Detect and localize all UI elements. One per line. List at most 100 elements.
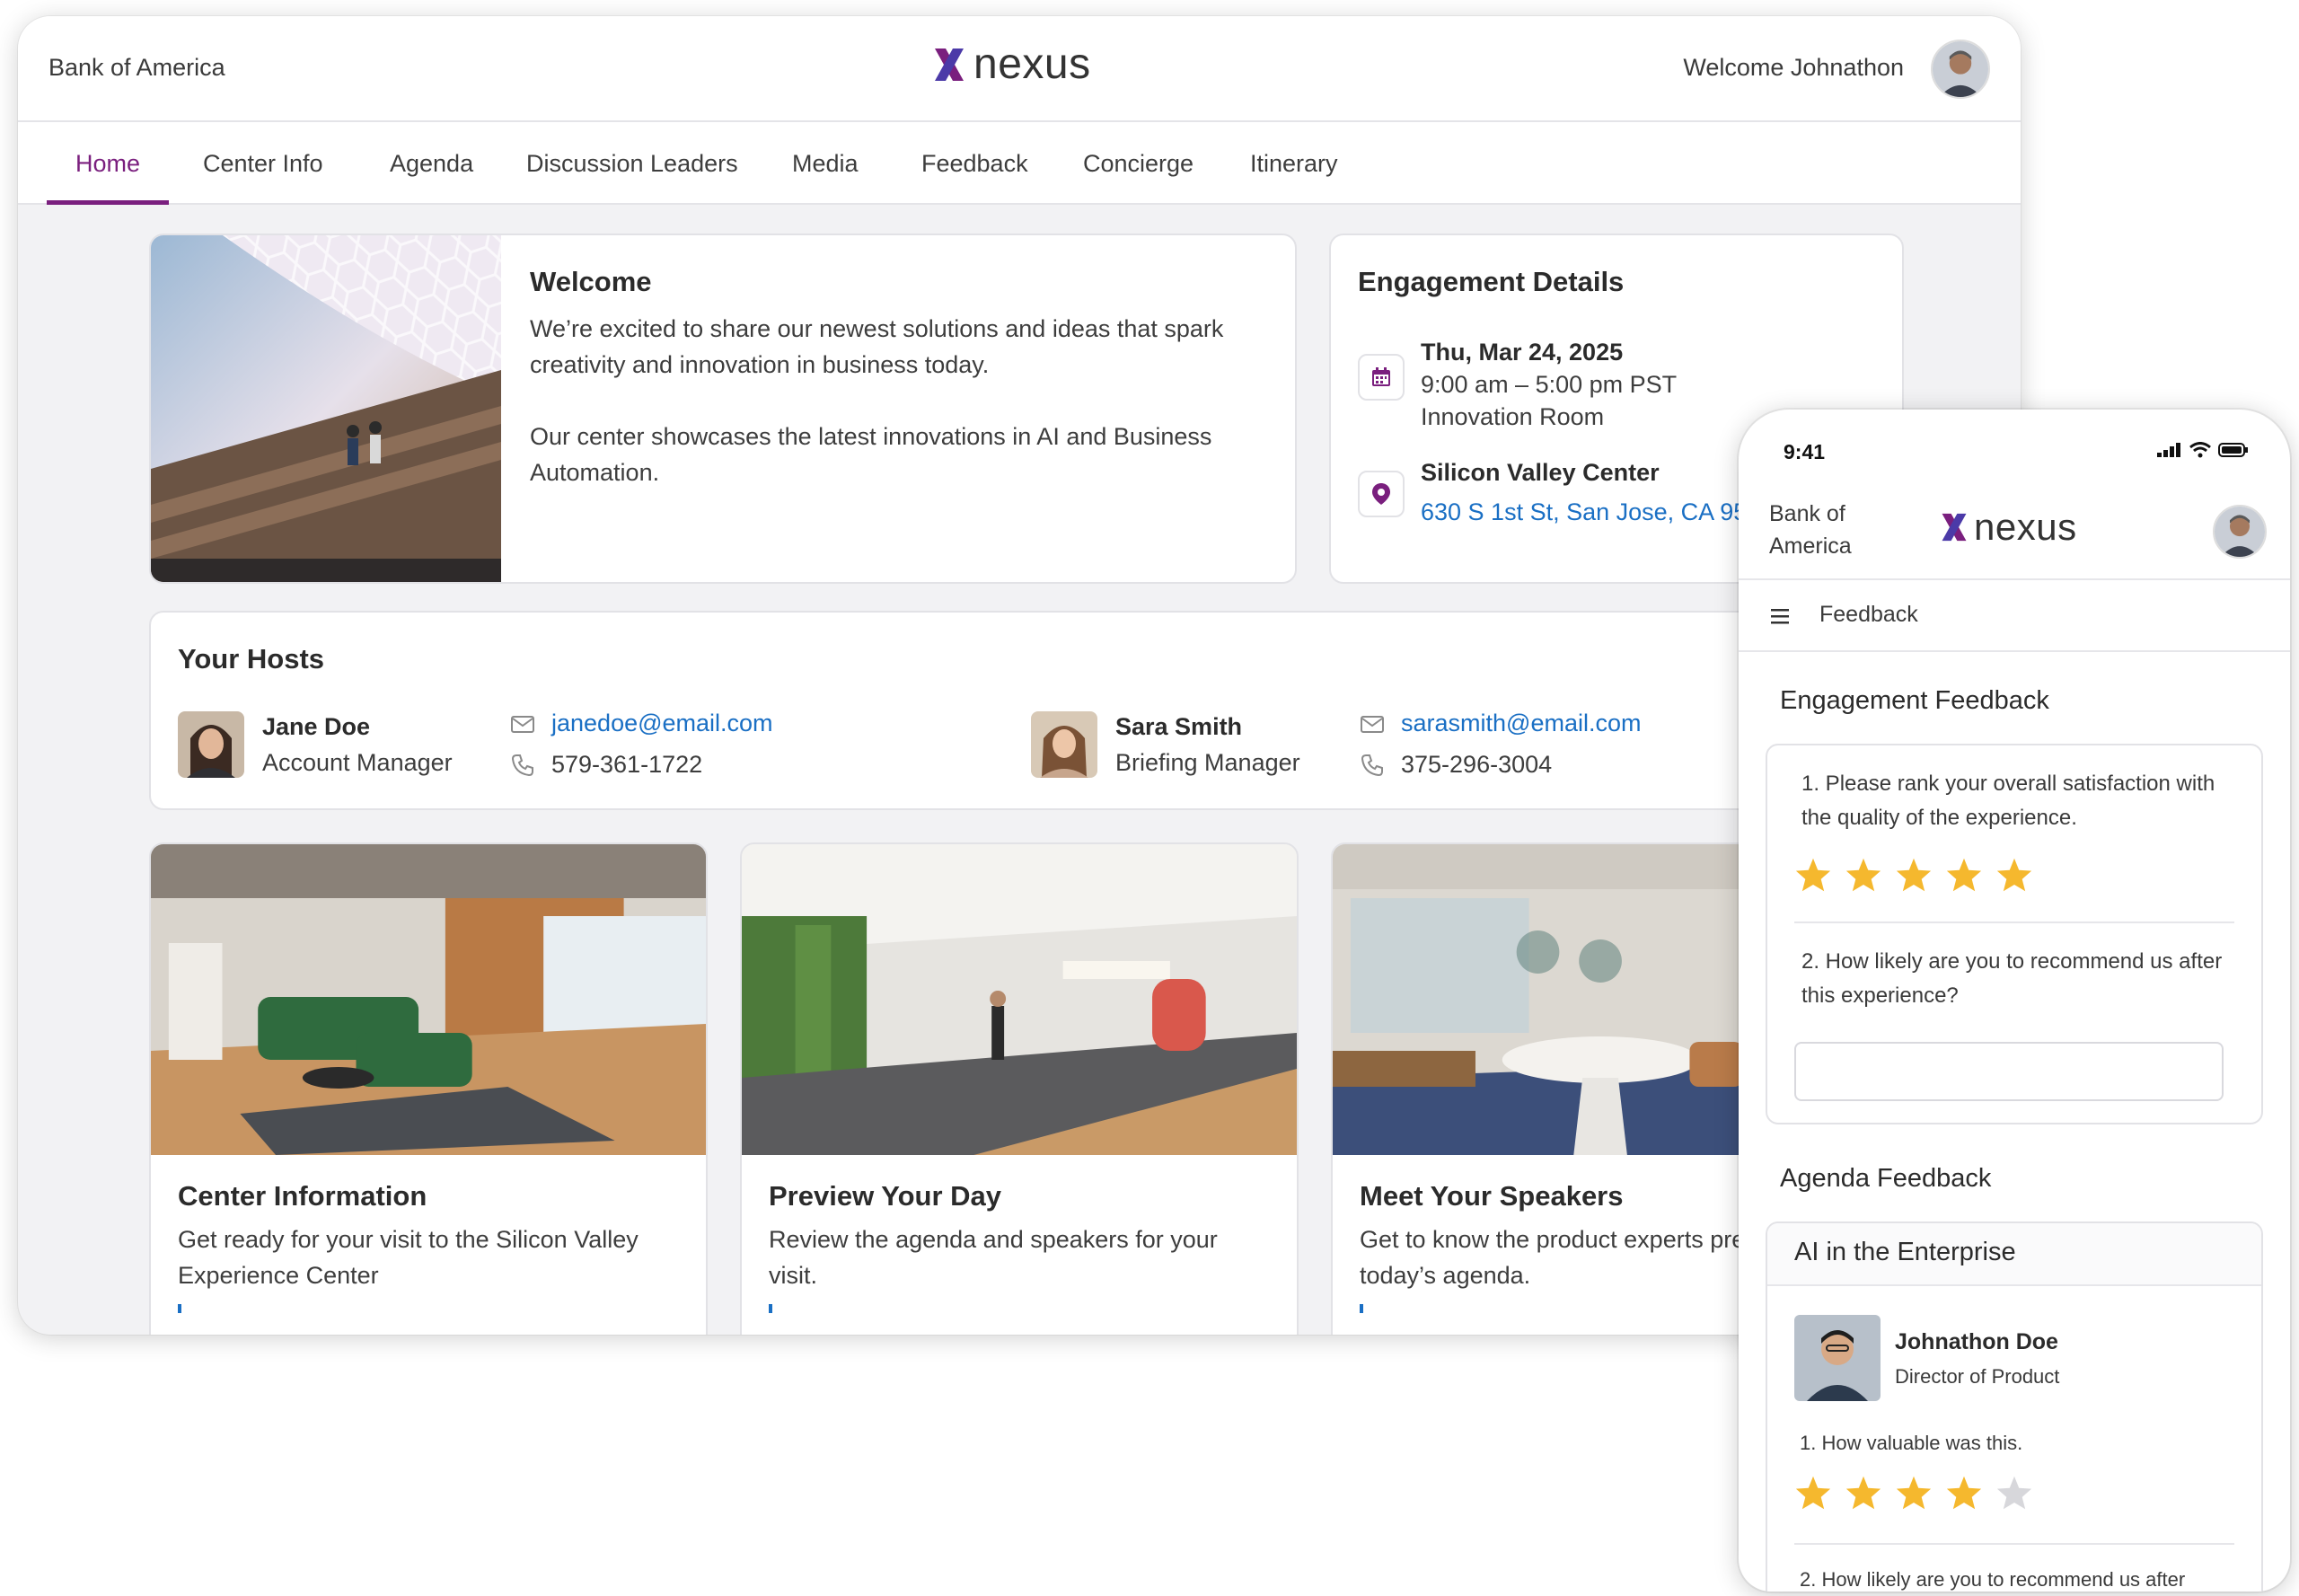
engagement-title: Engagement Details [1358,266,1625,297]
star-empty-icon[interactable] [1995,1475,2033,1511]
engagement-time: 9:00 am – 5:00 pm PST [1421,371,1678,398]
session-card-header: AI in the Enterprise [1767,1223,2261,1286]
status-time: 9:41 [1784,440,1826,463]
star-icon[interactable] [1845,857,1882,893]
rating-stars-session[interactable] [1794,1475,2033,1511]
main-nav: Home Center Info Agenda Discussion Leade… [18,122,2021,205]
session-question-1: 1. How valuable was this. [1800,1432,2023,1454]
feature-link-indicator[interactable] [1360,1304,1363,1313]
nexus-x-icon [1942,513,1967,542]
agenda-feedback-heading: Agenda Feedback [1780,1164,1992,1193]
host-email-link[interactable]: sarasmith@email.com [1360,710,1641,737]
mobile-user-avatar[interactable] [2213,505,2267,559]
hosts-card: Your Hosts Jane Doe Account Manager jane… [149,611,1909,810]
feature-card-center-info[interactable]: Center Information Get ready for your vi… [149,842,708,1335]
host-role: Briefing Manager [1115,749,1300,776]
host-name: Sara Smith [1115,713,1243,740]
mobile-nav-label: Feedback [1819,602,1918,627]
user-avatar[interactable] [1931,40,1990,99]
question-1: 1. Please rank your overall satisfaction… [1801,772,2215,830]
hamburger-menu-icon[interactable] [1769,605,1791,627]
feature-title: Preview Your Day [769,1180,1002,1212]
mobile-org-name: Bank of America [1769,501,1852,559]
tab-media[interactable]: Media [792,122,859,205]
feature-desc: Review the agenda and speakers for your … [769,1226,1218,1289]
org-name: Bank of America [48,54,225,81]
welcome-content: Welcome We’re excited to share our newes… [530,266,1266,490]
mail-icon [1361,715,1384,733]
nexus-x-icon [935,48,964,81]
recommend-input[interactable] [1794,1042,2224,1101]
mobile-nav-bar: Feedback [1739,578,2290,652]
tab-home[interactable]: Home [46,122,170,205]
mobile-nexus-logo[interactable]: nexus [1940,508,2077,546]
battery-icon [2218,443,2248,457]
welcome-card: Welcome We’re excited to share our newes… [149,234,1297,584]
location-name: Silicon Valley Center [1421,459,1660,486]
office-image [742,844,1297,1155]
mobile-device: 9:41 Bank of America nexus Feedback Enga… [1739,410,2290,1592]
host-role: Account Manager [262,749,453,776]
host-phone[interactable]: 579-361-1722 [510,751,702,779]
calendar-icon [1372,367,1390,386]
session-question-2: 2. How likely are you to recommend us af… [1800,1568,2186,1591]
host-email: janedoe@email.com [551,710,773,736]
feature-desc: Get ready for your visit to the Silicon … [178,1226,639,1289]
status-icons [2157,442,2249,458]
star-icon[interactable] [1895,1475,1933,1511]
nexus-logo[interactable]: nexus [932,43,1091,86]
star-icon[interactable] [1945,1475,1983,1511]
feature-link-indicator[interactable] [769,1304,772,1313]
feature-title: Center Information [178,1180,427,1212]
engagement-feedback-card: 1. Please rank your overall satisfaction… [1766,744,2263,1124]
engagement-date: Thu, Mar 24, 2025 [1421,339,1624,366]
phone-icon [1361,754,1383,776]
host-phone[interactable]: 375-296-3004 [1360,751,1552,779]
host-photo-sara [1031,711,1097,778]
desktop-window: Bank of America nexus Welcome Johnathon … [18,16,2021,1335]
wifi-icon [2189,442,2211,458]
host-phone-number: 579-361-1722 [551,751,703,778]
tab-discussion-leaders[interactable]: Discussion Leaders [526,122,738,205]
lounge-image [151,844,706,1155]
tab-itinerary[interactable]: Itinerary [1250,122,1338,205]
logo-text: nexus [1974,506,2077,548]
tab-agenda[interactable]: Agenda [390,122,473,205]
engagement-feedback-heading: Engagement Feedback [1780,686,2049,715]
feature-title: Meet Your Speakers [1360,1180,1624,1212]
tab-center-info[interactable]: Center Info [203,122,323,205]
welcome-image [151,235,501,582]
star-icon[interactable] [1995,857,2033,893]
rating-stars-q1[interactable] [1794,857,2033,893]
tab-concierge[interactable]: Concierge [1083,122,1194,205]
host-name: Jane Doe [262,713,371,740]
location-icon-box [1358,471,1405,517]
location-address-link[interactable]: 630 S 1st St, San Jose, CA 9511 [1421,496,1772,528]
star-icon[interactable] [1845,1475,1882,1511]
speaker-photo [1794,1315,1881,1401]
feature-link-indicator[interactable] [178,1304,181,1313]
feature-card-preview-day[interactable]: Preview Your Day Review the agenda and s… [740,842,1299,1335]
host-phone-number: 375-296-3004 [1401,751,1553,778]
calendar-icon-box [1358,354,1405,401]
welcome-paragraph-2: Our center showcases the latest innovati… [530,423,1212,486]
host-email-link[interactable]: janedoe@email.com [510,710,773,737]
session-title: AI in the Enterprise [1794,1238,2016,1266]
top-bar: Bank of America nexus Welcome Johnathon [18,16,2021,122]
speaker-name: Johnathon Doe [1895,1329,2058,1354]
question-2: 2. How likely are you to recommend us af… [1801,949,2223,1008]
welcome-title: Welcome [530,266,652,297]
welcome-text: Welcome Johnathon [1683,54,1904,81]
host-photo-jane [178,711,244,778]
star-icon[interactable] [1794,1475,1832,1511]
tab-feedback[interactable]: Feedback [921,122,1028,205]
speaker-role: Director of Product [1895,1365,2060,1388]
phone-icon [511,754,533,776]
engagement-room: Innovation Room [1421,403,1605,430]
divider [1794,921,2234,923]
star-icon[interactable] [1945,857,1983,893]
welcome-paragraph-1: We’re excited to share our newest soluti… [530,315,1224,378]
star-icon[interactable] [1794,857,1832,893]
star-icon[interactable] [1895,857,1933,893]
map-pin-icon [1372,483,1390,505]
